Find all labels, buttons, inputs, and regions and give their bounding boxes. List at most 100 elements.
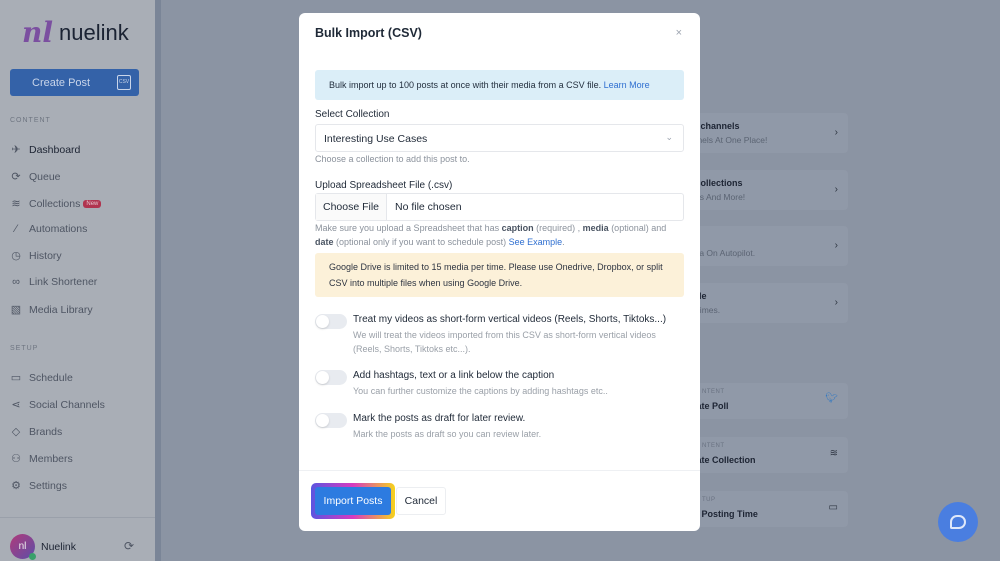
info-text: Bulk import up to 100 posts at once with…: [329, 80, 602, 90]
link-icon: ∞: [12, 276, 20, 288]
sidebar-item-settings[interactable]: ⚙ Settings: [10, 479, 67, 493]
switch-brand-icon[interactable]: ⟳: [124, 539, 134, 553]
cancel-button[interactable]: Cancel: [396, 487, 446, 515]
onboarding-card[interactable]: ial channels annels At One Place! ›: [680, 113, 848, 153]
option-title: Add hashtags, text or a link below the c…: [353, 370, 555, 381]
sidebar-item-members[interactable]: ⚇ Members: [10, 452, 73, 466]
quick-action-create-poll[interactable]: NTENT reate Poll 🐦︎: [680, 383, 848, 419]
option-desc: Mark the posts as draft so you can revie…: [353, 429, 542, 439]
twitter-icon: 🐦︎: [825, 393, 838, 404]
collection-help: Choose a collection to add this post to.: [315, 154, 470, 164]
sidebar-item-schedule[interactable]: ▭ Schedule: [10, 371, 73, 385]
onboarding-card[interactable]: duled Times.›: [680, 283, 848, 323]
toggle[interactable]: [315, 413, 347, 428]
sidebar-item-history[interactable]: ◷ History: [10, 249, 62, 263]
learn-more-link[interactable]: Learn More: [604, 80, 650, 90]
chevron-right-icon: ›: [834, 297, 838, 308]
modal-title: Bulk Import (CSV): [315, 26, 422, 40]
chevron-right-icon: ›: [834, 184, 838, 195]
sidebar-item-dashboard[interactable]: ✈ Dashboard: [10, 143, 81, 157]
file-help: Make sure you upload a Spreadsheet that …: [315, 223, 667, 247]
choose-file-button[interactable]: Choose File: [316, 194, 387, 220]
modal-footer-divider: [299, 470, 700, 471]
logo[interactable]: nl nuelink: [22, 16, 129, 49]
label: Queue: [29, 170, 61, 183]
chevron-right-icon: ›: [834, 127, 838, 138]
option-title: Mark the posts as draft for later review…: [353, 413, 526, 424]
layers-icon: ≋: [829, 448, 838, 459]
new-badge: New: [83, 199, 102, 208]
chat-bubble-icon: [950, 515, 966, 529]
refresh-icon: ⟳: [11, 171, 21, 183]
option-desc: We will treat the videos imported from t…: [353, 330, 656, 354]
label: Brands: [29, 425, 63, 438]
sidebar-item-media-library[interactable]: ▧ Media Library: [10, 303, 93, 317]
google-drive-warning: Google Drive is limited to 15 media per …: [315, 253, 684, 297]
quick-action-create-collection[interactable]: NTENT reate Collection ≋: [680, 437, 848, 473]
calendar-icon: ▭: [10, 372, 22, 384]
layers-icon: ≋: [11, 198, 21, 210]
onboarding-card[interactable]: onedia On Autopilot.›: [680, 226, 848, 266]
import-posts-button[interactable]: Import Posts: [315, 487, 391, 515]
user-name: Nuelink: [41, 541, 77, 553]
chevron-right-icon: ›: [834, 240, 838, 251]
sidebar-item-brands[interactable]: ◇ Brands: [10, 425, 63, 439]
user-footer: nl Nuelink ⟳: [0, 517, 155, 561]
bulk-import-modal: Bulk Import (CSV) × Bulk import up to 10…: [299, 13, 700, 531]
label: Dashboard: [29, 143, 81, 156]
sidebar-scrollbar[interactable]: [155, 0, 161, 561]
label: Schedule: [29, 371, 73, 384]
label: Members: [29, 452, 73, 465]
file-input[interactable]: Choose File No file chosen: [315, 193, 684, 221]
kicker: TUP: [702, 497, 716, 503]
gear-icon: ⚙: [11, 480, 21, 492]
sidebar-item-social-channels[interactable]: ⋖ Social Channels: [10, 398, 105, 412]
rocket-icon: ✈: [11, 144, 21, 156]
label: Settings: [29, 479, 67, 492]
option-desc: You can further customize the captions b…: [353, 386, 608, 396]
label: Link Shortener: [29, 276, 98, 288]
chevron-down-icon: ⌄: [665, 132, 673, 142]
collection-select[interactable]: Interesting Use Cases ⌄: [315, 124, 684, 152]
selected-value: Interesting Use Cases: [324, 133, 428, 145]
logo-mark: nl: [22, 16, 53, 49]
csv-import-icon[interactable]: CSV: [117, 75, 131, 90]
image-icon: ▧: [10, 304, 22, 316]
see-example-link[interactable]: See Example: [509, 237, 563, 247]
section-setup: SETUP: [10, 345, 39, 352]
calendar-icon: ▭: [828, 502, 838, 513]
info-banner: Bulk import up to 100 posts at once with…: [315, 70, 684, 100]
toggle[interactable]: [315, 314, 347, 329]
file-status: No file chosen: [395, 201, 462, 213]
online-status-dot: [29, 553, 36, 560]
sidebar-item-automations[interactable]: ⁄ Automations: [10, 223, 87, 235]
create-post-button[interactable]: Create Post CSV: [10, 69, 139, 96]
close-icon[interactable]: ×: [676, 27, 682, 39]
clock-icon: ◷: [11, 250, 21, 262]
quick-action-add-posting-time[interactable]: TUP dd Posting Time ▭: [680, 491, 848, 527]
label: Collections: [29, 197, 81, 210]
section-content: CONTENT: [10, 117, 51, 124]
sidebar: nl nuelink Create Post CSV CONTENT ✈ Dashb…: [0, 0, 155, 561]
logo-text: nuelink: [59, 19, 129, 45]
create-post-label: Create Post: [32, 76, 91, 89]
label: Media Library: [29, 303, 93, 316]
avatar[interactable]: nl: [10, 534, 36, 560]
toggle[interactable]: [315, 370, 347, 385]
kicker: NTENT: [702, 389, 725, 395]
sidebar-item-collections[interactable]: ≋ Collections New: [10, 197, 102, 210]
label: History: [29, 249, 62, 262]
sidebar-item-link-shortener[interactable]: ∞ Link Shortener: [10, 276, 97, 288]
share-icon: ⋖: [11, 399, 21, 411]
chat-support-button[interactable]: [938, 502, 978, 542]
collection-label: Select Collection: [315, 109, 390, 120]
kicker: NTENT: [702, 443, 725, 449]
magic-wand-icon: ⁄: [15, 223, 17, 235]
option-title: Treat my videos as short-form vertical v…: [353, 314, 667, 325]
sidebar-item-queue[interactable]: ⟳ Queue: [10, 170, 61, 184]
label: Automations: [29, 223, 88, 235]
label: Social Channels: [29, 398, 105, 411]
users-icon: ⚇: [11, 453, 21, 465]
tag-icon: ◇: [11, 426, 21, 438]
onboarding-card[interactable]: e collections mes And More! ›: [680, 170, 848, 210]
